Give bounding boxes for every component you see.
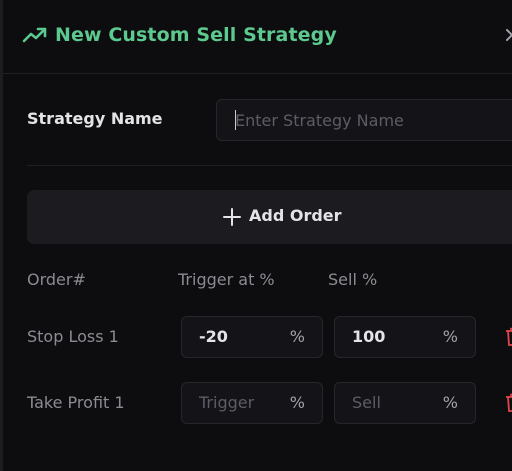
- section-divider: [27, 165, 512, 166]
- modal-title: New Custom Sell Strategy: [55, 24, 337, 46]
- trigger-input[interactable]: -20 %: [181, 316, 323, 358]
- percent-unit: %: [442, 393, 458, 412]
- percent-unit: %: [289, 327, 305, 346]
- strategy-name-input[interactable]: [235, 108, 512, 132]
- sell-placeholder: Sell: [352, 393, 381, 412]
- modal-header: New Custom Sell Strategy: [3, 0, 512, 74]
- column-header-trigger: Trigger at %: [178, 270, 275, 289]
- order-row-label: Take Profit 1: [27, 393, 125, 412]
- text-caret: [235, 110, 236, 130]
- trending-up-icon: [22, 27, 47, 43]
- trigger-input[interactable]: Trigger %: [181, 382, 323, 424]
- order-row-label: Stop Loss 1: [27, 327, 119, 346]
- trigger-placeholder: Trigger: [199, 393, 255, 412]
- add-order-label: Add Order: [249, 206, 342, 225]
- sell-value: 100: [352, 327, 386, 346]
- plus-icon: [223, 208, 241, 226]
- add-order-button[interactable]: Add Order: [27, 190, 512, 244]
- sell-strategy-modal: New Custom Sell Strategy Strategy Name A…: [0, 0, 512, 471]
- trash-icon[interactable]: [505, 327, 512, 347]
- close-icon[interactable]: [504, 24, 512, 46]
- column-header-order: Order#: [27, 270, 86, 289]
- strategy-name-field[interactable]: [216, 99, 512, 141]
- sell-input[interactable]: 100 %: [334, 316, 476, 358]
- sell-input[interactable]: Sell %: [334, 382, 476, 424]
- percent-unit: %: [442, 327, 458, 346]
- trash-icon[interactable]: [505, 393, 512, 413]
- percent-unit: %: [289, 393, 305, 412]
- column-header-sell: Sell %: [328, 270, 378, 289]
- trigger-value: -20: [199, 327, 228, 346]
- strategy-name-label: Strategy Name: [27, 109, 163, 128]
